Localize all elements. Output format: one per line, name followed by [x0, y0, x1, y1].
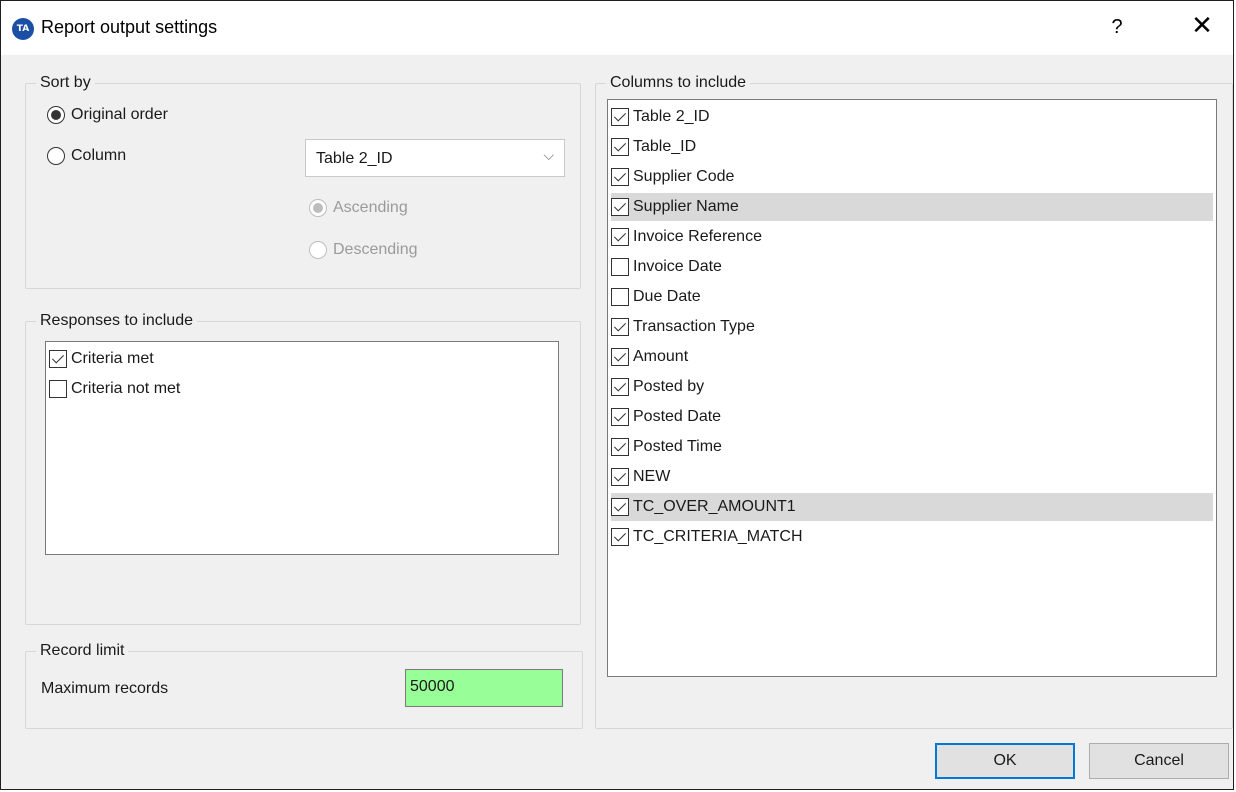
cancel-button[interactable]: Cancel — [1089, 743, 1229, 779]
list-item[interactable]: Invoice Reference — [611, 223, 1213, 251]
record-limit-label: Record limit — [36, 641, 129, 661]
radio-indicator[interactable] — [309, 241, 327, 259]
columns-label: Columns to include — [606, 73, 751, 93]
checkbox[interactable] — [611, 498, 629, 516]
list-item-label: TC_CRITERIA_MATCH — [633, 528, 803, 545]
checkbox[interactable] — [611, 468, 629, 486]
list-item[interactable]: Table 2_ID — [611, 103, 1213, 131]
descending-radio[interactable]: Descending — [309, 241, 418, 259]
checkbox[interactable] — [611, 258, 629, 276]
checkbox[interactable] — [611, 348, 629, 366]
list-item[interactable]: Supplier Name — [611, 193, 1213, 221]
list-item-label: Transaction Type — [633, 318, 755, 335]
column-radio[interactable]: Column — [47, 147, 126, 165]
checkbox[interactable] — [611, 438, 629, 456]
list-item-label: Invoice Date — [633, 258, 722, 275]
list-item-label: TC_OVER_AMOUNT1 — [633, 498, 796, 515]
checkbox[interactable] — [611, 198, 629, 216]
list-item[interactable]: TC_CRITERIA_MATCH — [611, 523, 1213, 551]
checkbox[interactable] — [611, 228, 629, 246]
list-item-label: Due Date — [633, 288, 701, 305]
list-item-label: Supplier Code — [633, 168, 735, 185]
ok-button[interactable]: OK — [935, 743, 1075, 779]
checkbox[interactable] — [49, 350, 67, 368]
list-item[interactable]: Amount — [611, 343, 1213, 371]
checkbox[interactable] — [611, 108, 629, 126]
checkbox[interactable] — [611, 528, 629, 546]
list-item[interactable]: Invoice Date — [611, 253, 1213, 281]
help-icon[interactable]: ? — [1101, 11, 1133, 43]
maximum-records-input[interactable]: 50000 — [405, 669, 563, 707]
checkbox[interactable] — [611, 378, 629, 396]
list-item-label: Posted Date — [633, 408, 722, 425]
checkbox[interactable] — [611, 138, 629, 156]
list-item[interactable]: Due Date — [611, 283, 1213, 311]
original-order-label: Original order — [71, 106, 168, 123]
responses-listbox[interactable]: Criteria met Criteria not met — [45, 341, 559, 555]
checkbox[interactable] — [611, 288, 629, 306]
list-item[interactable]: Posted by — [611, 373, 1213, 401]
app-logo-icon: TA — [12, 18, 34, 40]
radio-indicator[interactable] — [47, 147, 65, 165]
radio-indicator[interactable] — [47, 106, 65, 124]
list-item[interactable]: Criteria met — [49, 345, 555, 373]
radio-indicator[interactable] — [309, 199, 327, 217]
sort-by-label: Sort by — [36, 73, 95, 93]
checkbox[interactable] — [611, 408, 629, 426]
checkbox[interactable] — [49, 380, 67, 398]
checkbox[interactable] — [611, 168, 629, 186]
original-order-radio[interactable]: Original order — [47, 106, 168, 124]
chevron-down-icon: ⌵ — [543, 148, 554, 164]
report-output-settings-dialog: TA Report output settings ? ✕ Sort by Or… — [0, 0, 1234, 790]
columns-listbox[interactable]: Table 2_ID Table_ID Supplier Code Supplier … — [607, 99, 1217, 677]
list-item-label: NEW — [633, 468, 671, 485]
list-item-label: Table 2_ID — [633, 108, 710, 125]
ascending-radio[interactable]: Ascending — [309, 199, 408, 217]
ascending-label: Ascending — [333, 199, 408, 216]
title-bar: TA Report output settings ? ✕ — [1, 1, 1233, 55]
close-icon[interactable]: ✕ — [1186, 11, 1218, 43]
sort-column-dropdown[interactable]: Table 2_ID ⌵ — [305, 139, 565, 177]
list-item-label: Posted by — [633, 378, 705, 395]
list-item[interactable]: Posted Date — [611, 403, 1213, 431]
sort-column-value: Table 2_ID — [316, 150, 393, 167]
list-item-label: Criteria not met — [71, 380, 181, 397]
responses-label: Responses to include — [36, 311, 197, 331]
list-item[interactable]: TC_OVER_AMOUNT1 — [611, 493, 1213, 521]
dialog-title: Report output settings — [41, 17, 218, 37]
list-item-label: Criteria met — [71, 350, 154, 367]
list-item[interactable]: NEW — [611, 463, 1213, 491]
list-item-label: Table_ID — [633, 138, 697, 155]
list-item[interactable]: Transaction Type — [611, 313, 1213, 341]
list-item[interactable]: Supplier Code — [611, 163, 1213, 191]
list-item-label: Posted Time — [633, 438, 722, 455]
list-item[interactable]: Table_ID — [611, 133, 1213, 161]
list-item[interactable]: Criteria not met — [49, 375, 555, 403]
list-item-label: Amount — [633, 348, 689, 365]
checkbox[interactable] — [611, 318, 629, 336]
maximum-records-label: Maximum records — [41, 680, 169, 697]
list-item-label: Supplier Name — [633, 198, 739, 215]
list-item[interactable]: Posted Time — [611, 433, 1213, 461]
list-item-label: Invoice Reference — [633, 228, 762, 245]
descending-label: Descending — [333, 241, 418, 258]
column-label: Column — [71, 147, 127, 164]
